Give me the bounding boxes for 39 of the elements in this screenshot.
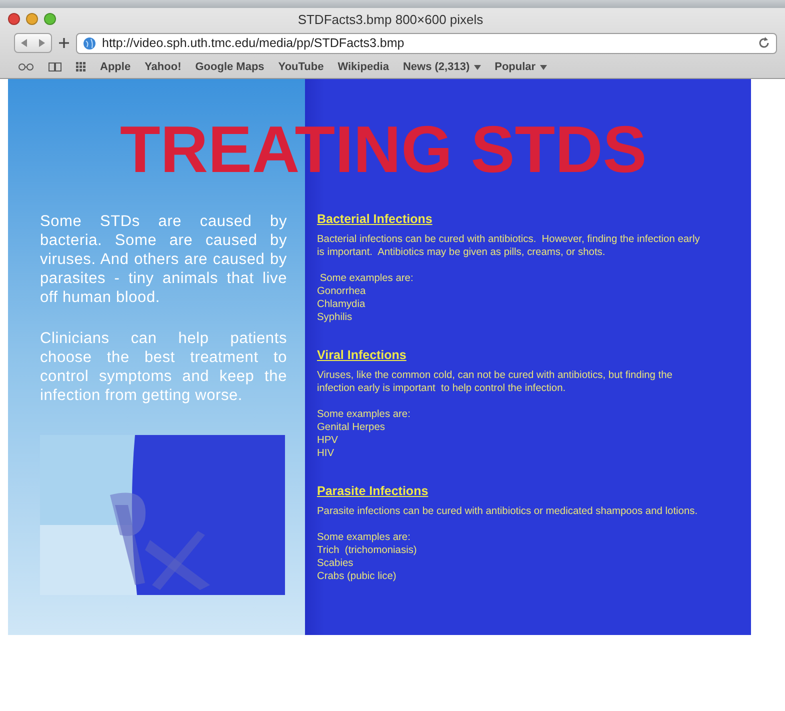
minimize-button[interactable] [26,13,38,25]
examples-label: Some examples are: [317,408,412,421]
example-item: Genital Herpes [317,421,386,434]
bookmark-link[interactable]: Popular [494,61,547,73]
globe-icon [83,36,96,50]
add-icon[interactable] [58,37,70,49]
back-forward-buttons[interactable] [14,33,52,53]
example-item: HPV [317,434,339,447]
bookmark-link[interactable]: Yahoo! [144,61,182,73]
reading-glasses-icon[interactable] [18,63,34,71]
examples-label: Some examples are: [318,272,414,285]
section-heading: Bacterial Infections [317,212,432,226]
example-item: Gonorrhea [317,285,367,298]
address-field[interactable]: http://video.sph.uth.tmc.edu/media/pp/STDFacts3.bmp [76,32,777,54]
grid-icon[interactable] [76,62,86,72]
bookmark-link[interactable]: Wikipedia [338,61,389,73]
example-item: Trich (trichomoniasis) [317,544,418,557]
section-heading: Viral Infections [317,348,406,362]
examples-label: Some examples are: [317,531,412,544]
book-icon[interactable] [48,62,62,72]
example-item: Scabies [317,557,354,570]
example-item: Chlamydia [317,298,366,311]
close-button[interactable] [8,13,20,25]
bookmark-link[interactable]: YouTube [278,61,324,73]
example-item: Syphilis [317,311,354,324]
section-heading: Parasite Infections [317,484,428,498]
bookmark-link[interactable]: News (2,313) [402,61,481,73]
example-item: Crabs (pubic lice) [317,570,398,583]
zoom-button[interactable] [44,13,56,25]
bookmark-link[interactable]: Apple [100,61,131,73]
section-text: Parasite infections can be cured with antibiotics or medicated shampoos and lotions. [317,505,699,518]
section-text: Viruses, like the common cold, can not be cured with antibiotics, but finding the infection early is important to help control the infection. [317,369,674,395]
section-text: Bacterial infections can be cured with antibiotics. However, finding the infection early is important. Antibiotics may be given as pills, creams, or shots. [317,233,701,259]
intro-paragraph: Some STDs are caused by bacteria. Some are caused by viruses. And others are caused by parasites - tiny animals that live off human blood. [40,212,287,307]
reload-icon[interactable] [758,37,770,49]
example-item: HIV [317,447,335,460]
window-title: STDFacts3.bmp 800×600 pixels [296,12,484,26]
bookmark-link[interactable]: Google Maps [195,61,264,73]
intro-paragraph: Clinicians can help patients choose the best treatment to control symptoms and keep the infection from getting worse. [40,329,287,405]
